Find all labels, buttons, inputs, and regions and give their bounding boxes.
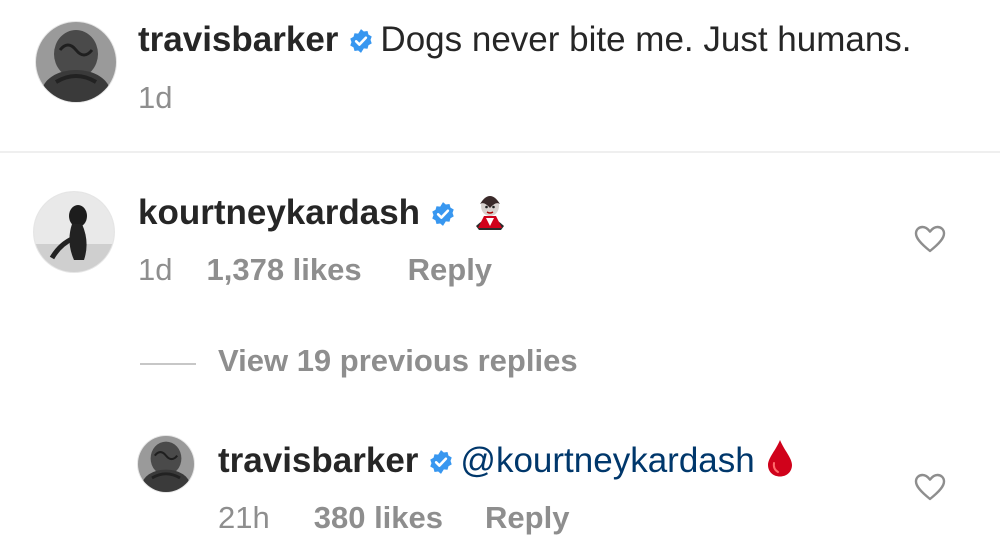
caption-line: travisbarker Dogs never bite me. Just hum… [138, 20, 912, 60]
comment-meta: 1d 1,378 likes Reply [138, 252, 492, 288]
caption-avatar[interactable] [36, 22, 116, 102]
reply-likes[interactable]: 380 likes [314, 500, 443, 535]
comment-like-heart-icon[interactable] [914, 224, 946, 254]
view-replies-line [140, 363, 196, 365]
reply-time: 21h [218, 500, 270, 535]
profile-photo [34, 192, 114, 272]
caption-text: Dogs never bite me. Just humans. [380, 20, 912, 59]
verified-badge-icon [348, 28, 374, 54]
comment-avatar[interactable] [34, 192, 114, 272]
reply-username[interactable]: travisbarker [218, 441, 418, 480]
vampire-emoji-icon [472, 190, 508, 239]
reply-reply-button[interactable]: Reply [485, 500, 569, 535]
comment-likes[interactable]: 1,378 likes [206, 252, 361, 287]
reply-mention-link[interactable]: @kourtneykardash [460, 441, 754, 480]
verified-badge-icon [430, 201, 456, 227]
reply-avatar[interactable] [138, 436, 194, 492]
divider [0, 151, 1000, 153]
verified-badge-icon [428, 449, 454, 475]
caption-meta: 1d [138, 80, 172, 116]
blood-drop-emoji-icon [765, 438, 795, 487]
reply-meta: 21h 380 likes Reply [218, 500, 569, 536]
comment-reply-button[interactable]: Reply [408, 252, 492, 287]
comment-time: 1d [138, 252, 173, 287]
caption-username[interactable]: travisbarker [138, 20, 338, 59]
caption-time: 1d [138, 80, 173, 115]
comment-username[interactable]: kourtneykardash [138, 193, 420, 232]
tattooed-user-photo [138, 436, 194, 492]
reply-like-heart-icon[interactable] [914, 472, 946, 502]
tattooed-user-photo [36, 22, 116, 102]
view-previous-replies-button[interactable]: View 19 previous replies [218, 343, 578, 379]
comment-line: kourtneykardash [138, 190, 508, 239]
reply-line: travisbarker @kourtneykardash [218, 438, 795, 487]
